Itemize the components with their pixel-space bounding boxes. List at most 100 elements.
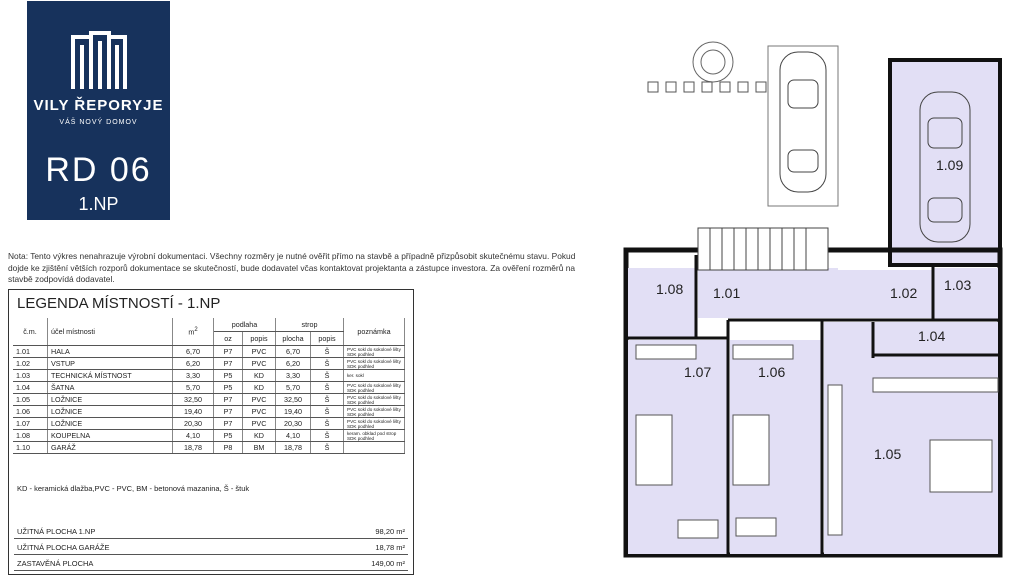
room-area: 5,70 bbox=[172, 381, 214, 394]
room-row: 1.07 LOŽNICE 20,30 P7 PVC 20,30 Š PVC sokl do s… bbox=[13, 417, 405, 430]
total-row: UŽITNÁ PLOCHA GARÁŽE 18,78 m² bbox=[14, 541, 408, 555]
room-number: 1.06 bbox=[13, 405, 48, 418]
col-number: č.m. bbox=[13, 318, 48, 346]
room-label: 1.07 bbox=[684, 364, 711, 380]
room-name: ŠATNA bbox=[47, 381, 173, 394]
total-row: ZASTAVĚNÁ PLOCHA 149,00 m² bbox=[14, 557, 408, 571]
hedge-icon bbox=[647, 81, 767, 93]
room-remark bbox=[343, 441, 405, 454]
room-name: GARÁŽ bbox=[47, 441, 173, 454]
room-label: 1.08 bbox=[656, 281, 683, 297]
total-row: UŽITNÁ PLOCHA 1.NP 98,20 m² bbox=[14, 525, 408, 539]
room-rows: 1.01 HALA 6,70 P7 PVC 6,70 Š PVC sokl do sokolo… bbox=[13, 345, 405, 454]
room-row: 1.04 ŠATNA 5,70 P5 KD 5,70 Š PVC sokl do sokolo… bbox=[13, 381, 405, 394]
total-value: 98,20 m² bbox=[375, 527, 405, 536]
ceiling-finish: Š bbox=[310, 429, 344, 442]
room-row: 1.05 LOŽNICE 32,50 P7 PVC 32,50 Š PVC sokl do s… bbox=[13, 393, 405, 406]
room-area: 18,78 bbox=[172, 441, 214, 454]
ceiling-finish: Š bbox=[310, 369, 344, 382]
col-area: m2 bbox=[172, 318, 214, 346]
room-area: 32,50 bbox=[172, 393, 214, 406]
floor-code: P5 bbox=[213, 381, 243, 394]
floor-area: 20,30 bbox=[275, 417, 311, 430]
floor-area: 3,30 bbox=[275, 369, 311, 382]
col-remark: poznámka bbox=[343, 318, 405, 346]
floor-label: 1.NP bbox=[78, 194, 119, 214]
room-103 bbox=[933, 268, 998, 320]
room-105 bbox=[824, 322, 998, 554]
room-legend: LEGENDA MÍSTNOSTÍ - 1.NP č.m. účel místn… bbox=[8, 289, 414, 575]
room-label: 1.04 bbox=[918, 328, 945, 344]
floor-code: P7 bbox=[213, 393, 243, 406]
room-area: 6,20 bbox=[172, 357, 214, 370]
room-remark: PVC sokl do sokolové lišty SDK podhled bbox=[343, 417, 405, 430]
floor-code: P7 bbox=[213, 405, 243, 418]
legend-title: LEGENDA MÍSTNOSTÍ - 1.NP bbox=[17, 295, 221, 312]
room-area: 19,40 bbox=[172, 405, 214, 418]
room-remark: keram. obklad pod strop SDK podhled bbox=[343, 429, 405, 442]
ceiling-finish: Š bbox=[310, 405, 344, 418]
room-number: 1.10 bbox=[13, 441, 48, 454]
floor-plan: 1.09 1.01 1.02 1.03 1.04 1.05 1.06 1.07 … bbox=[623, 41, 1003, 558]
floor-code: P7 bbox=[213, 345, 243, 358]
floor-material: KD bbox=[242, 429, 276, 442]
total-label: ZASTAVĚNÁ PLOCHA bbox=[17, 559, 94, 568]
disclaimer-note: Nota: Tento výkres nenahrazuje výrobní d… bbox=[8, 251, 598, 286]
room-row: 1.08 KOUPELNA 4,10 P5 KD 4,10 Škeram. obklad p… bbox=[13, 429, 405, 442]
room-name: HALA bbox=[47, 345, 173, 358]
room-number: 1.04 bbox=[13, 381, 48, 394]
ceiling-finish: Š bbox=[310, 357, 344, 370]
tree-icon bbox=[692, 41, 734, 83]
col-floor: podlaha bbox=[213, 318, 276, 332]
ceiling-finish: Š bbox=[310, 345, 344, 358]
room-name: KOUPELNA bbox=[47, 429, 173, 442]
floor-code: P7 bbox=[213, 417, 243, 430]
staircase bbox=[697, 227, 829, 271]
total-value: 18,78 m² bbox=[375, 543, 405, 552]
room-row: 1.02 VSTUP 6,20 P7 PVC 6,20 Š PVC sokl do sokol… bbox=[13, 357, 405, 370]
room-area: 3,30 bbox=[172, 369, 214, 382]
col-ceiling-desc: popis bbox=[310, 331, 344, 346]
floor-code: P5 bbox=[213, 429, 243, 442]
room-number: 1.02 bbox=[13, 357, 48, 370]
floor-area: 5,70 bbox=[275, 381, 311, 394]
room-label: 1.01 bbox=[713, 285, 740, 301]
room-name: LOŽNICE bbox=[47, 393, 173, 406]
room-name: VSTUP bbox=[47, 357, 173, 370]
floor-area: 19,40 bbox=[275, 405, 311, 418]
room-remark: PVC sokl do sokolové lišty SDK podhled bbox=[343, 393, 405, 406]
floor-area: 6,20 bbox=[275, 357, 311, 370]
floor-material: PVC bbox=[242, 417, 276, 430]
room-table: č.m. účel místnosti m2 podlaha strop poz… bbox=[13, 318, 405, 454]
parking-spot bbox=[767, 45, 839, 207]
floor-area: 32,50 bbox=[275, 393, 311, 406]
floor-area: 18,78 bbox=[275, 441, 311, 454]
floor-material: PVC bbox=[242, 405, 276, 418]
room-label: 1.02 bbox=[890, 285, 917, 301]
room-remark: PVC sokl do sokolové lišty SDK podhled bbox=[343, 345, 405, 358]
logo-icon bbox=[71, 31, 127, 89]
room-area: 6,70 bbox=[172, 345, 214, 358]
room-number: 1.08 bbox=[13, 429, 48, 442]
room-108 bbox=[628, 268, 696, 338]
floor-area: 4,10 bbox=[275, 429, 311, 442]
floor-code: P5 bbox=[213, 369, 243, 382]
floor-code: P8 bbox=[213, 441, 243, 454]
total-label: UŽITNÁ PLOCHA 1.NP bbox=[17, 527, 96, 536]
brand-tagline: VÁŠ NOVÝ DOMOV bbox=[59, 119, 138, 126]
brand-panel: VILY ŘEPORYJE VÁŠ NOVÝ DOMOV RD 06 1.NP bbox=[27, 1, 170, 220]
col-purpose: účel místnosti bbox=[47, 318, 173, 346]
room-area: 20,30 bbox=[172, 417, 214, 430]
floor-material: PVC bbox=[242, 345, 276, 358]
room-row: 1.10 GARÁŽ 18,78 P8 BM 18,78 Š bbox=[13, 441, 405, 454]
room-row: 1.03 TECHNICKÁ MÍSTNOST 3,30 P5 KD 3,30 Šker. … bbox=[13, 369, 405, 382]
room-label: 1.05 bbox=[874, 446, 901, 462]
room-row: 1.01 HALA 6,70 P7 PVC 6,70 Š PVC sokl do sokolo… bbox=[13, 345, 405, 358]
total-label: UŽITNÁ PLOCHA GARÁŽE bbox=[17, 543, 110, 552]
room-label: 1.03 bbox=[944, 277, 971, 293]
note-text: Tento výkres nenahrazuje výrobní dokumen… bbox=[8, 251, 576, 284]
note-label: Nota: bbox=[8, 251, 29, 261]
ceiling-finish: Š bbox=[310, 393, 344, 406]
room-remark: PVC sokl do sokolové lišty SDK podhled bbox=[343, 381, 405, 394]
room-name: TECHNICKÁ MÍSTNOST bbox=[47, 369, 173, 382]
